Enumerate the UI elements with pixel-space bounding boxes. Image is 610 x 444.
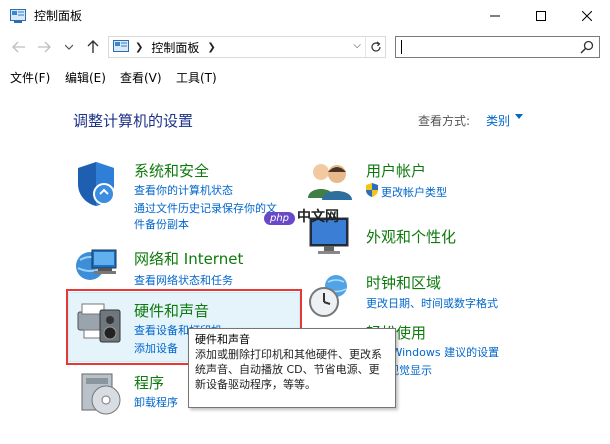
minimize-button[interactable] [472, 0, 518, 31]
link-file-history-cont[interactable]: 件备份副本 [134, 216, 189, 232]
breadcrumb-separator-icon[interactable]: ❯ [207, 42, 215, 53]
search-box[interactable] [395, 36, 600, 58]
category-clock-region[interactable]: 时钟和区域 [366, 272, 441, 293]
menu-tools[interactable]: 工具(T) [176, 69, 217, 86]
recent-locations-button[interactable] [58, 36, 80, 58]
address-dropdown-icon[interactable]: ⌵ [353, 40, 361, 51]
programs-disc-icon[interactable] [80, 372, 124, 416]
menu-view[interactable]: 查看(V) [120, 69, 162, 86]
uac-shield-icon [366, 183, 378, 197]
link-change-date-time[interactable]: 更改日期、时间或数字格式 [366, 295, 498, 311]
category-user-accounts[interactable]: 用户帐户 [366, 160, 426, 181]
breadcrumb-control-panel[interactable]: 控制面板 [151, 39, 199, 56]
address-box[interactable]: ❯ 控制面板 ❯ ⌵ [108, 36, 386, 58]
page-title: 调整计算机的设置 [73, 112, 194, 130]
maximize-icon [536, 10, 546, 21]
menu-bar: 文件(F) 编辑(E) 查看(V) 工具(T) [0, 66, 610, 88]
title-bar: 控制面板 [0, 0, 610, 31]
forward-button[interactable] [33, 36, 55, 58]
up-button[interactable] [82, 36, 104, 58]
link-file-history[interactable]: 通过文件历史记录保存你的文 [134, 200, 277, 216]
category-appearance[interactable]: 外观和个性化 [366, 226, 456, 247]
refresh-icon [370, 41, 381, 52]
watermark-logo: php [264, 212, 296, 225]
close-button[interactable] [564, 0, 610, 31]
arrow-right-icon [38, 41, 51, 53]
category-programs[interactable]: 程序 [134, 372, 164, 393]
link-change-account-type[interactable]: 更改帐户类型 [381, 184, 447, 200]
menu-file[interactable]: 文件(F) [10, 69, 50, 86]
window-title: 控制面板 [34, 9, 83, 23]
link-view-computer-status[interactable]: 查看你的计算机状态 [134, 182, 233, 198]
link-uninstall-program[interactable]: 卸载程序 [134, 394, 178, 410]
tooltip-title: 硬件和声音 [195, 333, 250, 346]
tooltip-body: 添加或删除打印机和其他硬件、更改系统声音、自动播放 CD、节省电源、更新设备驱动… [195, 348, 382, 391]
watermark: php 中文网 [264, 206, 339, 226]
control-panel-icon [113, 40, 129, 52]
refresh-button[interactable] [365, 37, 385, 57]
arrow-left-icon [12, 41, 25, 53]
maximize-button[interactable] [518, 0, 564, 31]
category-tooltip: 硬件和声音 添加或删除打印机和其他硬件、更改系统声音、自动播放 CD、节省电源、… [188, 328, 396, 408]
clock-globe-icon[interactable] [306, 272, 352, 320]
arrow-up-icon [87, 40, 99, 53]
view-by-dropdown[interactable]: 类别 [486, 112, 510, 129]
link-view-network-status[interactable]: 查看网络状态和任务 [134, 272, 233, 288]
control-panel-content: 调整计算机的设置 查看方式: 类别 系统和安全 查看你的计算机状态 通过文件历史… [0, 90, 610, 444]
search-icon[interactable] [580, 40, 594, 54]
category-system-security[interactable]: 系统和安全 [134, 160, 209, 181]
shield-icon[interactable] [74, 160, 118, 208]
breadcrumb-separator-icon[interactable]: ❯ [135, 42, 143, 53]
control-panel-icon [10, 8, 26, 23]
minimize-icon [490, 15, 500, 16]
back-button[interactable] [8, 36, 30, 58]
close-icon [582, 10, 592, 21]
user-accounts-icon[interactable] [306, 160, 352, 200]
menu-edit[interactable]: 编辑(E) [65, 69, 106, 86]
chevron-down-icon[interactable] [515, 114, 523, 119]
category-network-internet[interactable]: 网络和 Internet [134, 248, 243, 269]
search-input[interactable] [404, 40, 574, 54]
address-toolbar: ❯ 控制面板 ❯ ⌵ [0, 31, 610, 63]
view-by-label: 查看方式: [418, 114, 471, 128]
chevron-down-icon [65, 44, 73, 50]
text-caret [401, 40, 402, 54]
watermark-text: 中文网 [297, 209, 340, 225]
network-globe-icon[interactable] [74, 244, 120, 288]
